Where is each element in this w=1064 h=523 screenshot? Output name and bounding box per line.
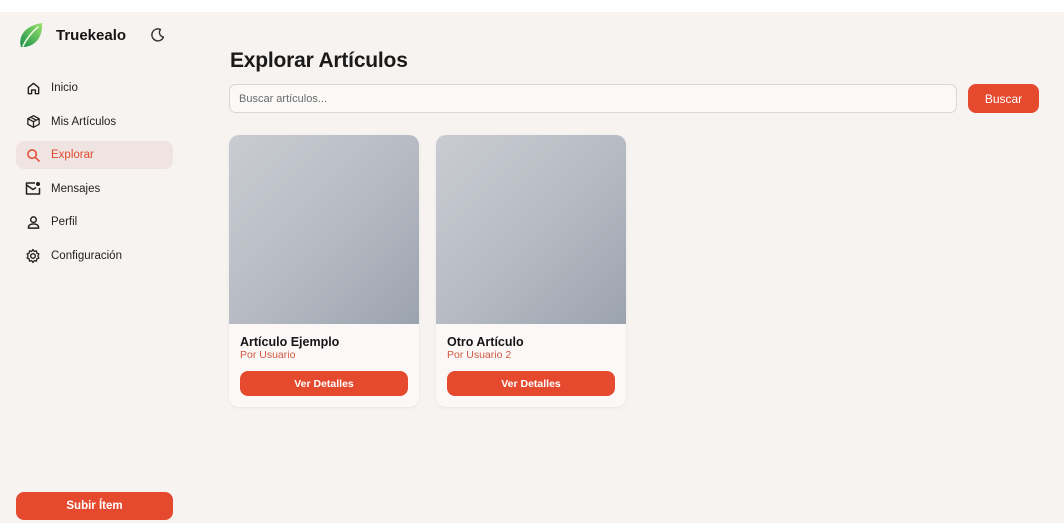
sidebar-item-label: Mensajes [51,182,101,195]
sidebar-item-label: Configuración [51,249,122,262]
main-content: Explorar Artículos Buscar Artículo Ejemp… [229,12,1049,523]
gear-icon [25,248,41,264]
view-details-button[interactable]: Ver Detalles [447,371,615,396]
sidebar-item-label: Explorar [51,149,94,161]
sidebar-item-explorar[interactable]: Explorar [16,141,173,169]
sidebar-item-configuracion[interactable]: Configuración [16,242,173,270]
brand[interactable]: Truekealo [18,21,126,49]
search-icon [25,147,41,163]
view-details-button[interactable]: Ver Detalles [240,371,408,396]
item-image[interactable] [436,135,626,324]
sidebar-item-inicio[interactable]: Inicio [16,74,173,102]
app-window: Truekealo Inicio Mis Artículos Explorar … [0,12,1064,523]
brand-name: Truekealo [56,26,127,44]
sidebar-nav: Inicio Mis Artículos Explorar Mensajes P… [16,74,173,275]
search-input[interactable] [229,84,957,113]
sidebar-item-label: Perfil [51,216,78,228]
sidebar: Truekealo Inicio Mis Artículos Explorar … [0,12,188,523]
user-icon [25,214,41,230]
search-button[interactable]: Buscar [968,84,1039,113]
upload-item-button[interactable]: Subir Ítem [16,492,173,520]
mail-icon [25,181,41,197]
item-title: Artículo Ejemplo [240,335,340,349]
item-image[interactable] [229,135,419,324]
item-title: Otro Artículo [447,335,524,349]
sidebar-item-label: Mis Artículos [51,115,117,128]
item-card[interactable]: Artículo Ejemplo Por Usuario Ver Detalle… [229,135,419,407]
item-owner: Por Usuario [240,349,296,361]
item-owner: Por Usuario 2 [447,349,512,361]
sidebar-item-perfil[interactable]: Perfil [16,208,173,236]
leaf-logo-icon [20,23,43,47]
sidebar-item-label: Inicio [51,82,78,94]
page-title: Explorar Artículos [230,49,408,72]
moon-icon[interactable] [150,27,166,43]
item-card[interactable]: Otro Artículo Por Usuario 2 Ver Detalles [436,135,626,407]
home-icon [25,80,41,96]
sidebar-item-mis-articulos[interactable]: Mis Artículos [16,108,173,136]
sidebar-item-mensajes[interactable]: Mensajes [16,175,173,203]
package-icon [25,114,41,130]
